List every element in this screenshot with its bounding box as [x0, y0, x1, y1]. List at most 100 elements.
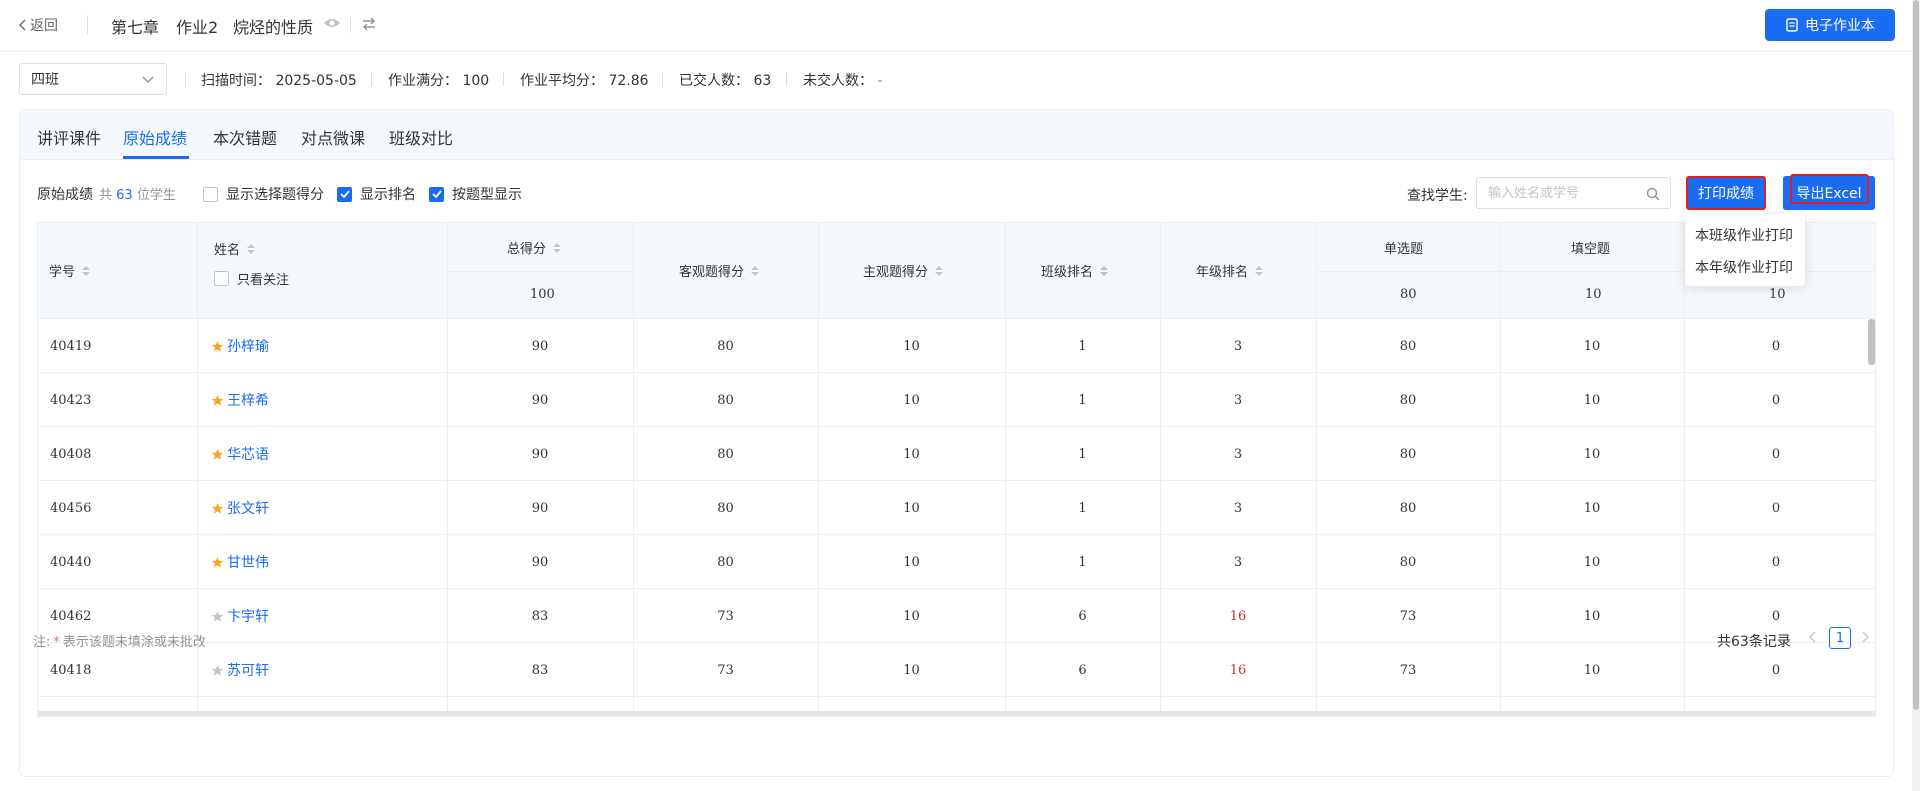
- tab-review[interactable]: 讲评课件: [37, 125, 101, 149]
- score-cell: 80: [1399, 554, 1417, 570]
- score-cell: 1: [1078, 446, 1087, 462]
- score-cell: 3: [1233, 392, 1243, 408]
- tab-class-compare[interactable]: 班级对比: [389, 125, 453, 149]
- header-subjective[interactable]: 主观题得分: [863, 261, 944, 280]
- print-class-option[interactable]: 本班级作业打印: [1695, 225, 1793, 245]
- student-name-link[interactable]: 甘世伟: [211, 535, 269, 589]
- star-icon[interactable]: [211, 340, 224, 353]
- print-dropdown-menu: 本班级作业打印 本年级作业打印: [1685, 214, 1805, 286]
- student-name-link[interactable]: 华芯语: [211, 427, 269, 481]
- score-cell: 80: [717, 338, 734, 354]
- score-cell: 0: [1771, 662, 1781, 678]
- star-icon[interactable]: [211, 448, 224, 461]
- score-cell: 73: [1399, 608, 1417, 624]
- tab-bar: 讲评课件 原始成绩 本次错题 对点微课 班级对比: [20, 110, 1893, 160]
- tab-micro-lessons[interactable]: 对点微课: [301, 125, 365, 149]
- homework-label: 作业2: [176, 18, 219, 37]
- score-cell: 16: [1229, 662, 1247, 678]
- eye-icon[interactable]: [323, 17, 341, 29]
- scroll-thumb[interactable]: [1868, 319, 1875, 365]
- student-name-link[interactable]: 王梓希: [211, 373, 269, 427]
- page-title: 烷烃的性质: [233, 18, 314, 37]
- table-row: 40462 卞宇轩 83 73 10 6 16 73 10 0: [38, 589, 1875, 643]
- student-name-link[interactable]: 卞宇轩: [211, 589, 269, 643]
- back-label: 返回: [30, 18, 58, 34]
- chevron-left-icon[interactable]: [1809, 631, 1817, 643]
- score-cell: 83: [531, 608, 549, 624]
- print-scores-button[interactable]: 打印成绩: [1686, 176, 1766, 210]
- student-name-link[interactable]: 孙梓瑜: [211, 319, 269, 373]
- header-divider: [447, 271, 633, 272]
- star-icon[interactable]: [211, 502, 224, 515]
- student-id: 40456: [50, 500, 92, 516]
- score-cell: 80: [717, 392, 734, 408]
- search-icon[interactable]: [1646, 187, 1660, 201]
- divider: [371, 72, 372, 86]
- active-tab-indicator: [123, 156, 189, 159]
- score-cell: 10: [903, 608, 920, 624]
- divider: [350, 17, 351, 33]
- table-row: 40423 王梓希 90 80 10 1 3 80 10 0: [38, 373, 1875, 427]
- student-id: 40418: [50, 662, 92, 678]
- print-grade-option[interactable]: 本年级作业打印: [1695, 257, 1793, 277]
- follow-only-checkbox[interactable]: 只看关注: [214, 269, 289, 288]
- back-button[interactable]: 返回: [19, 15, 58, 35]
- header-objective[interactable]: 客观题得分: [679, 261, 760, 280]
- swap-icon[interactable]: [361, 16, 377, 32]
- score-cell: 80: [1399, 392, 1417, 408]
- search-input[interactable]: [1476, 177, 1671, 209]
- table-row: 40440 甘世伟 90 80 10 1 3 80 10 0: [38, 535, 1875, 589]
- horizontal-scrollbar[interactable]: [38, 711, 1875, 716]
- score-cell: 80: [717, 554, 734, 570]
- vertical-scrollbar[interactable]: [1868, 319, 1875, 711]
- star-icon[interactable]: [211, 664, 224, 677]
- header-id[interactable]: 学号: [49, 261, 91, 280]
- score-cell: 10: [903, 338, 920, 354]
- ebook-button[interactable]: 电子作业本: [1765, 9, 1895, 41]
- score-cell: 10: [903, 662, 920, 678]
- page-button[interactable]: 1: [1829, 627, 1851, 649]
- chevron-left-icon: [19, 19, 26, 31]
- score-cell: 10: [1583, 446, 1601, 462]
- highlight-box: [1790, 174, 1869, 204]
- tab-raw-scores[interactable]: 原始成绩: [123, 125, 187, 149]
- divider: [786, 72, 787, 86]
- score-cell: 90: [531, 392, 549, 408]
- header-single-choice: 单选题: [1384, 242, 1424, 257]
- tab-wrong-questions[interactable]: 本次错题: [213, 125, 277, 149]
- divider: [185, 72, 186, 86]
- chevron-right-icon[interactable]: [1861, 631, 1869, 643]
- star-icon[interactable]: [211, 556, 224, 569]
- header-fill-blank: 填空题: [1571, 242, 1611, 257]
- header-total-full: 100: [530, 287, 555, 302]
- score-cell: 10: [1583, 338, 1601, 354]
- page-scrollbar[interactable]: [1912, 0, 1920, 791]
- header-single-full: 80: [1400, 287, 1417, 302]
- show-choice-score-checkbox[interactable]: 显示选择题得分: [203, 184, 324, 204]
- star-icon[interactable]: [211, 610, 224, 623]
- header-class-rank[interactable]: 班级排名: [1041, 261, 1109, 280]
- divider: [503, 72, 504, 86]
- show-rank-checkbox[interactable]: 显示排名: [337, 184, 416, 204]
- check-icon: [337, 186, 352, 202]
- find-student-label: 查找学生:: [1407, 188, 1468, 204]
- table-row: 40408 华芯语 90 80 10 1 3 80 10 0: [38, 427, 1875, 481]
- header-grade-rank[interactable]: 年级排名: [1196, 261, 1264, 280]
- header-total[interactable]: 总得分: [507, 238, 562, 257]
- show-by-type-checkbox[interactable]: 按题型显示: [429, 184, 522, 204]
- student-name-link[interactable]: 张文轩: [211, 481, 269, 535]
- export-excel-button[interactable]: 导出Excel: [1783, 174, 1875, 210]
- score-cell: 6: [1078, 662, 1087, 678]
- star-icon[interactable]: [211, 394, 224, 407]
- header-name[interactable]: 姓名: [214, 239, 256, 258]
- page-scroll-thumb[interactable]: [1913, 0, 1919, 710]
- student-id: 40419: [50, 338, 92, 354]
- class-select[interactable]: 四班: [19, 63, 167, 95]
- score-cell: 1: [1078, 500, 1087, 516]
- score-cell: 6: [1078, 608, 1087, 624]
- chevron-down-icon: [142, 76, 154, 83]
- score-cell: 73: [717, 608, 734, 624]
- divider: [87, 15, 88, 35]
- student-name-link[interactable]: 苏可轩: [211, 643, 269, 697]
- score-cell: 10: [1583, 608, 1601, 624]
